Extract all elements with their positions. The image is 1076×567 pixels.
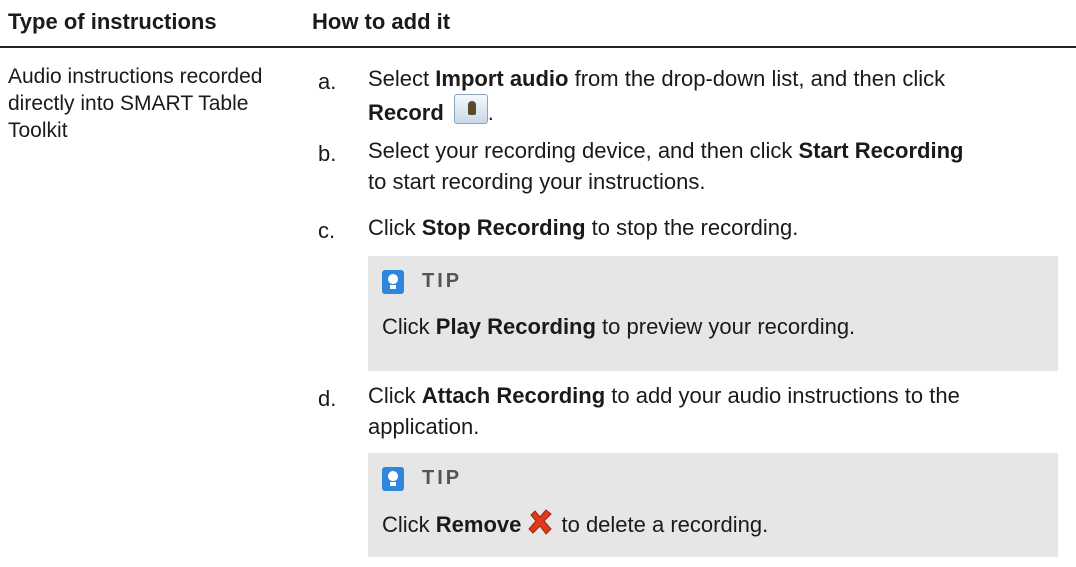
tip-box: TIP Click Play Recording to preview your… <box>368 256 1058 371</box>
step-text-part: Select <box>368 66 436 91</box>
step-letter: a. <box>318 69 337 94</box>
attach-recording-label: Attach Recording <box>421 383 606 408</box>
lightbulb-icon <box>382 467 404 491</box>
step-letter: b. <box>318 141 337 166</box>
step-text-part: Click <box>368 215 422 240</box>
step-text-part: Click <box>368 383 422 408</box>
step-letter: d. <box>318 386 337 411</box>
step-text-part: to stop the recording. <box>585 215 799 240</box>
step-a: a. Select Import audio from the drop-dow… <box>318 63 1058 129</box>
remove-x-icon <box>528 509 553 535</box>
tip-box: TIP Click Remove to delete a recording. <box>368 453 1058 557</box>
tip-text-part: to preview your recording. <box>595 314 856 339</box>
step-letter: c. <box>318 218 336 243</box>
step-text-part: to add your audio instructions to the <box>605 383 960 408</box>
step-text: Select your recording device, and then c… <box>368 135 1058 197</box>
import-audio-label: Import audio <box>435 66 569 91</box>
column-header-how: How to add it <box>312 9 451 34</box>
record-label: Record <box>368 100 444 125</box>
column-header-type: Type of instructions <box>8 9 217 34</box>
step-b: b. Select your recording device, and the… <box>318 135 1058 201</box>
step-d: d. Click Attach Recording to add your au… <box>318 380 1058 446</box>
step-text: Click Attach Recording to add your audio… <box>368 380 1058 442</box>
tip-text: Click Play Recording to preview your rec… <box>382 314 855 340</box>
table-header: Type of instructions How to add it <box>0 0 1076 48</box>
step-text: Click Stop Recording to stop the recordi… <box>368 212 1058 243</box>
record-icon <box>453 94 488 124</box>
stop-recording-label: Stop Recording <box>421 215 586 240</box>
step-text-part: . <box>487 100 494 125</box>
start-recording-label: Start Recording <box>798 138 964 163</box>
lightbulb-icon <box>382 270 404 294</box>
step-text-part: to start recording your instructions. <box>368 169 706 194</box>
play-recording-label: Play Recording <box>435 314 596 339</box>
tip-text: Click Remove to delete a recording. <box>382 509 768 538</box>
tip-title: TIP <box>422 467 463 489</box>
tip-text-part: Click <box>382 512 436 537</box>
step-c: c. Click Stop Recording to stop the reco… <box>318 212 1058 246</box>
step-text-part: Select your recording device, and then c… <box>368 138 799 163</box>
step-text: Select Import audio from the drop-down l… <box>368 63 1058 128</box>
tip-title: TIP <box>422 270 463 292</box>
tip-text-part: Click <box>382 314 436 339</box>
step-text-part: application. <box>368 414 480 439</box>
remove-label: Remove <box>435 512 522 537</box>
tip-text-part: to delete a recording. <box>555 512 769 537</box>
instruction-type-cell: Audio instructions recorded directly int… <box>8 65 263 142</box>
step-text-part: from the drop-down list, and then click <box>568 66 946 91</box>
